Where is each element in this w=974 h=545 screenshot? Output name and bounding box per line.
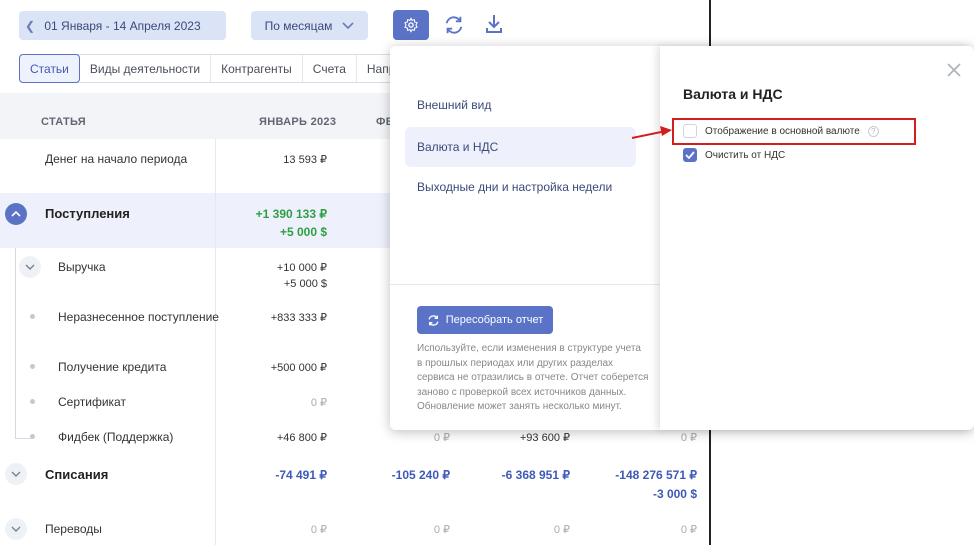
tab-articles[interactable]: Статьи bbox=[19, 54, 80, 83]
clear-vat-checkbox[interactable] bbox=[683, 148, 697, 162]
tree-dot bbox=[30, 399, 35, 404]
rebuild-report-button[interactable]: Пересобрать отчет bbox=[417, 306, 553, 334]
refresh-icon[interactable] bbox=[443, 14, 465, 36]
currency-vat-pane: Валюта и НДС Отображение в основной валю… bbox=[660, 46, 974, 430]
row-label-transfers: Переводы bbox=[45, 522, 102, 536]
rebuild-hint: Используйте, если изменения в структуре … bbox=[417, 343, 649, 412]
annotation-highlight-box bbox=[672, 118, 916, 145]
cell-writeoff-mar: -6 368 951 ₽ bbox=[501, 468, 570, 482]
tab-activity-types[interactable]: Виды деятельности bbox=[80, 55, 212, 82]
download-icon[interactable] bbox=[484, 13, 504, 35]
chevron-down-icon bbox=[25, 264, 35, 270]
menu-item-appearance[interactable]: Внешний вид bbox=[405, 85, 636, 125]
date-range-label: 01 Января - 14 Апреля 2023 bbox=[44, 18, 201, 33]
report-tabs: Статьи Виды деятельности Контрагенты Сче… bbox=[19, 54, 407, 83]
refresh-icon bbox=[428, 314, 439, 326]
annotation-arrow-icon bbox=[631, 126, 672, 139]
expand-revenue-button[interactable] bbox=[19, 256, 41, 278]
tree-line bbox=[15, 438, 31, 439]
settings-popup: Внешний вид Валюта и НДС Выходные дни и … bbox=[390, 46, 974, 430]
rebuild-report-label: Пересобрать отчет bbox=[445, 314, 544, 326]
cell-revenue-jan-usd: +5 000 $ bbox=[283, 278, 327, 290]
cell-transfers-apr: 0 ₽ bbox=[680, 524, 697, 536]
tree-line bbox=[15, 248, 16, 438]
gear-icon bbox=[404, 17, 418, 33]
row-label-unallocated: Неразнесенное поступление bbox=[58, 310, 219, 324]
column-header-article: СТАТЬЯ bbox=[41, 116, 87, 128]
cell-transfers-feb: 0 ₽ bbox=[433, 524, 450, 536]
chevron-left-icon[interactable]: ❮ bbox=[19, 19, 41, 33]
cell-writeoff-jan: -74 491 ₽ bbox=[275, 468, 327, 482]
cell-revenue-jan-rub: +10 000 ₽ bbox=[276, 262, 327, 274]
menu-item-weekends[interactable]: Выходные дни и настройка недели bbox=[405, 167, 636, 207]
menu-item-currency-vat[interactable]: Валюта и НДС bbox=[405, 127, 636, 167]
checkmark-icon bbox=[685, 151, 695, 159]
period-select[interactable]: По месяцам bbox=[251, 11, 368, 40]
row-label-certificate: Сертификат bbox=[58, 395, 126, 409]
cell-certificate-jan: 0 ₽ bbox=[310, 397, 327, 409]
cell-income-jan-rub: +1 390 133 ₽ bbox=[255, 207, 327, 221]
row-label-writeoff: Списания bbox=[45, 467, 109, 482]
column-header-jan: ЯНВАРЬ 2023 bbox=[259, 116, 337, 128]
cell-feedback-mar: +93 600 ₽ bbox=[519, 432, 570, 444]
period-label: По месяцам bbox=[264, 18, 333, 33]
row-label-credit: Получение кредита bbox=[58, 360, 167, 374]
cell-writeoff-apr-usd: -3 000 $ bbox=[652, 487, 697, 501]
cell-credit-jan: +500 000 ₽ bbox=[270, 362, 327, 374]
row-label-revenue: Выручка bbox=[58, 260, 106, 274]
row-label-feedback: Фидбек (Поддержка) bbox=[58, 430, 174, 444]
date-range-picker[interactable]: ❮ 01 Января - 14 Апреля 2023 ❯ bbox=[19, 11, 226, 40]
cell-feedback-jan: +46 800 ₽ bbox=[276, 432, 327, 444]
cell-unallocated-jan: +833 333 ₽ bbox=[270, 312, 327, 324]
tree-dot bbox=[30, 314, 35, 319]
chevron-up-icon bbox=[11, 211, 21, 217]
collapse-income-button[interactable] bbox=[5, 203, 27, 225]
chevron-down-icon bbox=[11, 526, 21, 532]
cell-income-jan-usd: +5 000 $ bbox=[279, 225, 327, 239]
cell-writeoff-apr-rub: -148 276 571 ₽ bbox=[615, 468, 697, 482]
cell-transfers-mar: 0 ₽ bbox=[553, 524, 570, 536]
column-divider bbox=[215, 139, 216, 545]
settings-menu: Внешний вид Валюта и НДС Выходные дни и … bbox=[390, 46, 660, 430]
settings-button[interactable] bbox=[393, 10, 429, 40]
cell-feedback-apr: 0 ₽ bbox=[680, 432, 697, 444]
cell-start-jan: 13 593 ₽ bbox=[283, 154, 327, 166]
expand-writeoff-button[interactable] bbox=[5, 463, 27, 485]
cell-writeoff-feb: -105 240 ₽ bbox=[391, 468, 450, 482]
menu-divider bbox=[390, 284, 660, 285]
expand-transfers-button[interactable] bbox=[5, 518, 27, 540]
tree-dot bbox=[30, 434, 35, 439]
clear-vat-label: Очистить от НДС bbox=[705, 149, 786, 161]
tab-accounts[interactable]: Счета bbox=[303, 55, 357, 82]
row-label-income: Поступления bbox=[45, 206, 130, 221]
cell-feedback-feb: 0 ₽ bbox=[433, 432, 450, 444]
chevron-down-icon bbox=[342, 21, 354, 29]
tab-contractors[interactable]: Контрагенты bbox=[211, 55, 303, 82]
cell-transfers-jan: 0 ₽ bbox=[310, 524, 327, 536]
chevron-down-icon bbox=[11, 471, 21, 477]
pane-title: Валюта и НДС bbox=[683, 86, 783, 102]
tree-dot bbox=[30, 364, 35, 369]
option-clear-vat[interactable]: Очистить от НДС bbox=[683, 148, 785, 162]
close-icon[interactable] bbox=[947, 63, 961, 77]
row-label-start: Денег на начало периода bbox=[45, 152, 188, 166]
